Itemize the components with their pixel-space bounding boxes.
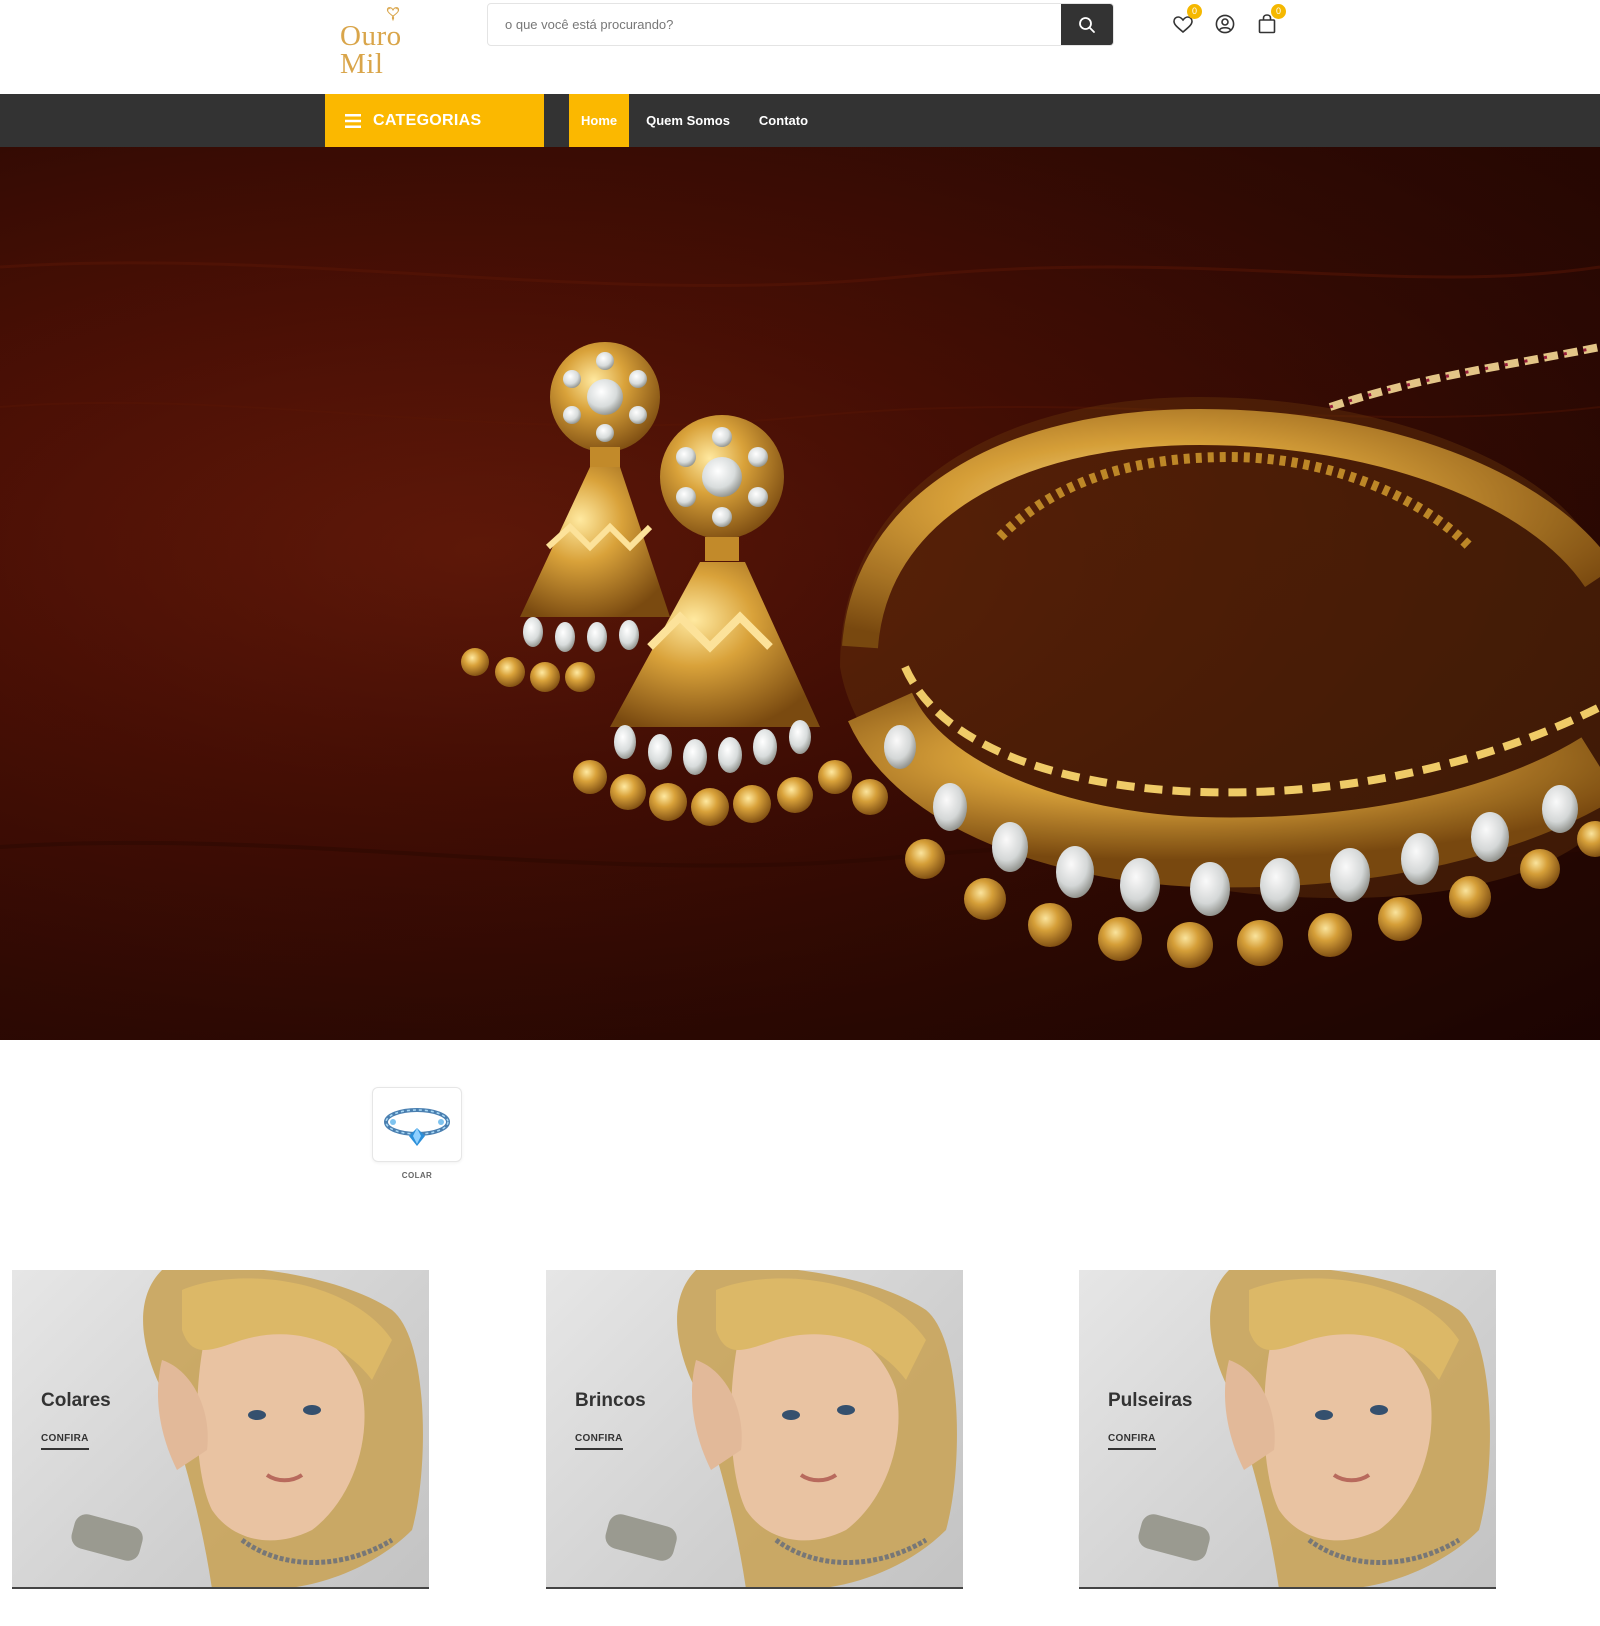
site-header: Ouro Mil 0 xyxy=(0,0,1600,94)
heart-icon xyxy=(1173,16,1193,34)
nav-link-contato[interactable]: Contato xyxy=(747,94,820,147)
banner-confira-link[interactable]: CONFIRA xyxy=(1108,1433,1156,1450)
wishlist-button[interactable]: 0 xyxy=(1172,4,1202,34)
main-nav: CATEGORIAS Home Quem Somos Contato xyxy=(0,94,1600,147)
search-button[interactable] xyxy=(1061,4,1113,45)
banner-colares[interactable]: Colares CONFIRA xyxy=(12,1270,429,1589)
cart-count-badge: 0 xyxy=(1271,4,1286,19)
header-actions: 0 0 xyxy=(1172,4,1286,34)
user-icon xyxy=(1215,14,1235,34)
banner-title: Pulseiras xyxy=(1108,1390,1193,1411)
account-button[interactable] xyxy=(1214,8,1236,34)
category-thumb-label: COLAR xyxy=(401,1171,433,1180)
categories-label: CATEGORIAS xyxy=(373,111,482,129)
category-thumb-colar[interactable] xyxy=(372,1087,462,1162)
logo[interactable]: Ouro Mil xyxy=(340,6,445,80)
wishlist-count-badge: 0 xyxy=(1187,4,1202,19)
search-input[interactable] xyxy=(488,4,1061,45)
categories-menu-button[interactable]: CATEGORIAS xyxy=(325,94,544,147)
bracelet-icon xyxy=(384,1107,450,1146)
jewelry-hero-image xyxy=(0,147,1600,1040)
model-image xyxy=(605,1270,957,1587)
banner-title: Colares xyxy=(41,1390,111,1411)
logo-text: Ouro Mil xyxy=(340,20,402,80)
cart-button[interactable]: 0 xyxy=(1256,4,1286,34)
nav-links: Home Quem Somos Contato xyxy=(569,94,825,147)
banner-pulseiras[interactable]: Pulseiras CONFIRA xyxy=(1079,1270,1496,1589)
banner-confira-link[interactable]: CONFIRA xyxy=(575,1433,623,1450)
model-image xyxy=(1138,1270,1490,1587)
search-bar xyxy=(487,3,1114,46)
banner-brincos[interactable]: Brincos CONFIRA xyxy=(546,1270,963,1589)
banner-confira-link[interactable]: CONFIRA xyxy=(41,1433,89,1450)
nav-link-home[interactable]: Home xyxy=(569,94,630,147)
search-icon xyxy=(1079,16,1095,33)
model-image xyxy=(71,1270,423,1587)
hero-banner[interactable] xyxy=(0,147,1600,1040)
hamburger-icon xyxy=(345,113,361,128)
banner-title: Brincos xyxy=(575,1390,646,1411)
nav-link-quem-somos[interactable]: Quem Somos xyxy=(634,94,742,147)
